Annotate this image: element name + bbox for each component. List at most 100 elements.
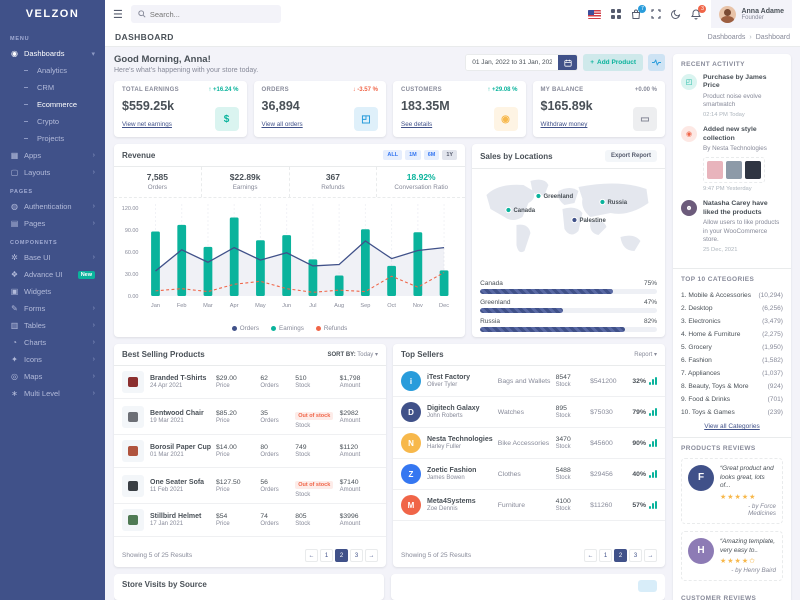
store-visits-title: Store Visits by Source [122, 580, 207, 589]
dashboard-icon: ◉ [10, 49, 19, 58]
page-3[interactable]: 3 [629, 549, 642, 562]
breadcrumb-parent[interactable]: Dashboards [708, 34, 746, 41]
sidebar-item-icons[interactable]: ✦ Icons › [0, 351, 105, 368]
best-selling-footer: Showing 5 of 25 Results [122, 552, 192, 559]
product-image [122, 440, 144, 462]
sidebar-item-projects[interactable]: Projects [0, 130, 105, 147]
page-2[interactable]: 2 [335, 549, 348, 562]
bullet-icon [24, 138, 28, 139]
chevron-icon: › [93, 254, 95, 261]
sidebar-item-apps[interactable]: ▦ Apps › [0, 147, 105, 164]
chevron-icon: › [93, 305, 95, 312]
cart-icon[interactable]: 7 [631, 9, 641, 20]
search-box[interactable] [131, 5, 281, 23]
stat-label: CUSTOMERS [401, 87, 442, 93]
sidebar-item-widgets[interactable]: ▣ Widgets [0, 283, 105, 300]
brand-logo[interactable]: VELZON [0, 0, 105, 28]
activity-pulse-button[interactable] [648, 54, 665, 71]
table-row[interactable]: N Nesta TechnologiesHarley Fuller Bike A… [393, 428, 665, 459]
location-progress-bar [480, 327, 657, 332]
page-prev[interactable]: ← [305, 549, 318, 562]
revenue-filter-1m[interactable]: 1M [405, 150, 421, 160]
sidebar-item-forms[interactable]: ✎ Forms › [0, 300, 105, 317]
view-all-categories-link[interactable]: View all Categories [681, 423, 783, 430]
page-prev[interactable]: ← [584, 549, 597, 562]
add-product-button[interactable]: +Add Product [583, 54, 643, 71]
calendar-icon[interactable] [558, 55, 577, 70]
table-row[interactable]: Stillbird Helmet17 Jan 2021 $54Price 74O… [114, 504, 386, 537]
table-row[interactable]: Z Zoetic FashionJames Bowen Clothes 5488… [393, 459, 665, 490]
fullscreen-icon[interactable] [651, 9, 661, 19]
revenue-filter-1y[interactable]: 1Y [442, 150, 457, 160]
stat-value: 183.35M [401, 99, 450, 113]
legend-item-refunds[interactable]: Refunds [316, 325, 347, 332]
sidebar-item-ecommerce[interactable]: Ecommerce [0, 96, 105, 113]
page-1[interactable]: 1 [599, 549, 612, 562]
stat-delta: ↑ +29.08 % [487, 87, 517, 93]
sidebar-item-charts[interactable]: ◔ Charts › [0, 334, 105, 351]
apps-grid-icon[interactable] [611, 9, 621, 19]
bullet-icon [24, 70, 28, 71]
greeting-title: Good Morning, Anna! [114, 54, 258, 65]
stat-link[interactable]: View all orders [262, 121, 303, 128]
best-selling-sort-dropdown[interactable]: SORT BY: Today ▾ [328, 351, 379, 358]
search-icon [138, 10, 146, 18]
revenue-panel: Revenue ALL1M6M1Y 7,585Orders $22.89kEar… [114, 144, 465, 337]
bag-icon: ◰ [354, 107, 378, 131]
stat-cards: TOTAL EARNINGS ↑ +16.24 % $559.25k View … [114, 81, 665, 137]
table-row[interactable]: Branded T-Shirts24 Apr 2021 $29.00Price … [114, 366, 386, 399]
page-next[interactable]: → [644, 549, 657, 562]
table-row[interactable]: M Meta4SystemsZoe Dennis Furniture 4100S… [393, 490, 665, 521]
sidebar-item-authentication[interactable]: ◍ Authentication › [0, 198, 105, 215]
legend-item-orders[interactable]: Orders [232, 325, 259, 332]
best-selling-pagination: ←123→ [305, 549, 378, 562]
table-row[interactable]: i iTest FactoryOliver Tyler Bags and Wal… [393, 366, 665, 397]
sidebar-item-advance-ui[interactable]: ❖ Advance UI New [0, 266, 105, 283]
page-2[interactable]: 2 [614, 549, 627, 562]
top-sellers-report-dropdown[interactable]: Report ▾ [634, 351, 657, 358]
revenue-stat: 367Refunds [290, 167, 378, 197]
sidebar-item-analytics[interactable]: Analytics [0, 62, 105, 79]
svg-text:Jan: Jan [151, 303, 160, 309]
sidebar-item-tables[interactable]: ▥ Tables › [0, 317, 105, 334]
page-next[interactable]: → [365, 549, 378, 562]
stat-link[interactable]: See details [401, 121, 432, 128]
sidebar-heading: MENU [0, 28, 105, 45]
hamburger-icon[interactable]: ☰ [113, 8, 123, 21]
sidebar-item-crm[interactable]: CRM [0, 79, 105, 96]
sidebar-item-crypto[interactable]: Crypto [0, 113, 105, 130]
stat-link[interactable]: Withdraw money [541, 121, 588, 128]
revenue-chart-svg: 0.0030.0060.0090.00120.00 JanFebMarAprMa… [118, 200, 461, 318]
cut-panel-button[interactable] [638, 580, 657, 592]
dark-mode-icon[interactable] [671, 9, 681, 19]
table-row[interactable]: Bentwood Chair19 Mar 2021 $85.20Price 35… [114, 399, 386, 435]
language-flag-icon[interactable] [588, 10, 601, 19]
export-report-button[interactable]: Export Report [605, 150, 657, 162]
revenue-filter-all[interactable]: ALL [383, 150, 402, 160]
sidebar-item-layouts[interactable]: ▢ Layouts › [0, 164, 105, 181]
location-row-russia: Russia82% [480, 318, 657, 332]
revenue-filter-6m[interactable]: 6M [424, 150, 440, 160]
category-row: 8. Beauty, Toys & More(924) [681, 380, 783, 393]
search-input[interactable] [150, 10, 260, 19]
notifications-bell-icon[interactable]: 3 [691, 9, 701, 20]
tables-row: Best Selling Products SORT BY: Today ▾ B… [114, 344, 665, 567]
sidebar-item-multi-level[interactable]: ∗ Multi Level › [0, 385, 105, 402]
sidebar-item-base-ui[interactable]: ✲ Base UI › [0, 249, 105, 266]
legend-item-earnings[interactable]: Earnings [271, 325, 304, 332]
stat-link[interactable]: View net earnings [122, 121, 172, 128]
table-row[interactable]: One Seater Sofa11 Feb 2021 $127.50Price … [114, 468, 386, 504]
sidebar-item-dashboards[interactable]: ◉ Dashboards ▾ [0, 45, 105, 62]
sidebar-item-pages[interactable]: ▤ Pages › [0, 215, 105, 232]
user-menu[interactable]: Anna Adame Founder [711, 0, 792, 28]
page-1[interactable]: 1 [320, 549, 333, 562]
date-range-input[interactable] [466, 55, 558, 70]
topbar-actions: 7 3 Anna Adame Founder [588, 0, 792, 28]
sidebar-item-maps[interactable]: ◎ Maps › [0, 368, 105, 385]
recent-activity-section: RECENT ACTIVITY ◰ Purchase by James Pric… [673, 54, 791, 268]
svg-text:Palestine: Palestine [580, 218, 607, 224]
table-row[interactable]: Borosil Paper Cup01 Mar 2021 $14.00Price… [114, 435, 386, 468]
page-3[interactable]: 3 [350, 549, 363, 562]
table-row[interactable]: D Digitech GalaxyJohn Roberts Watches 89… [393, 397, 665, 428]
tables-icon: ▥ [10, 321, 19, 330]
